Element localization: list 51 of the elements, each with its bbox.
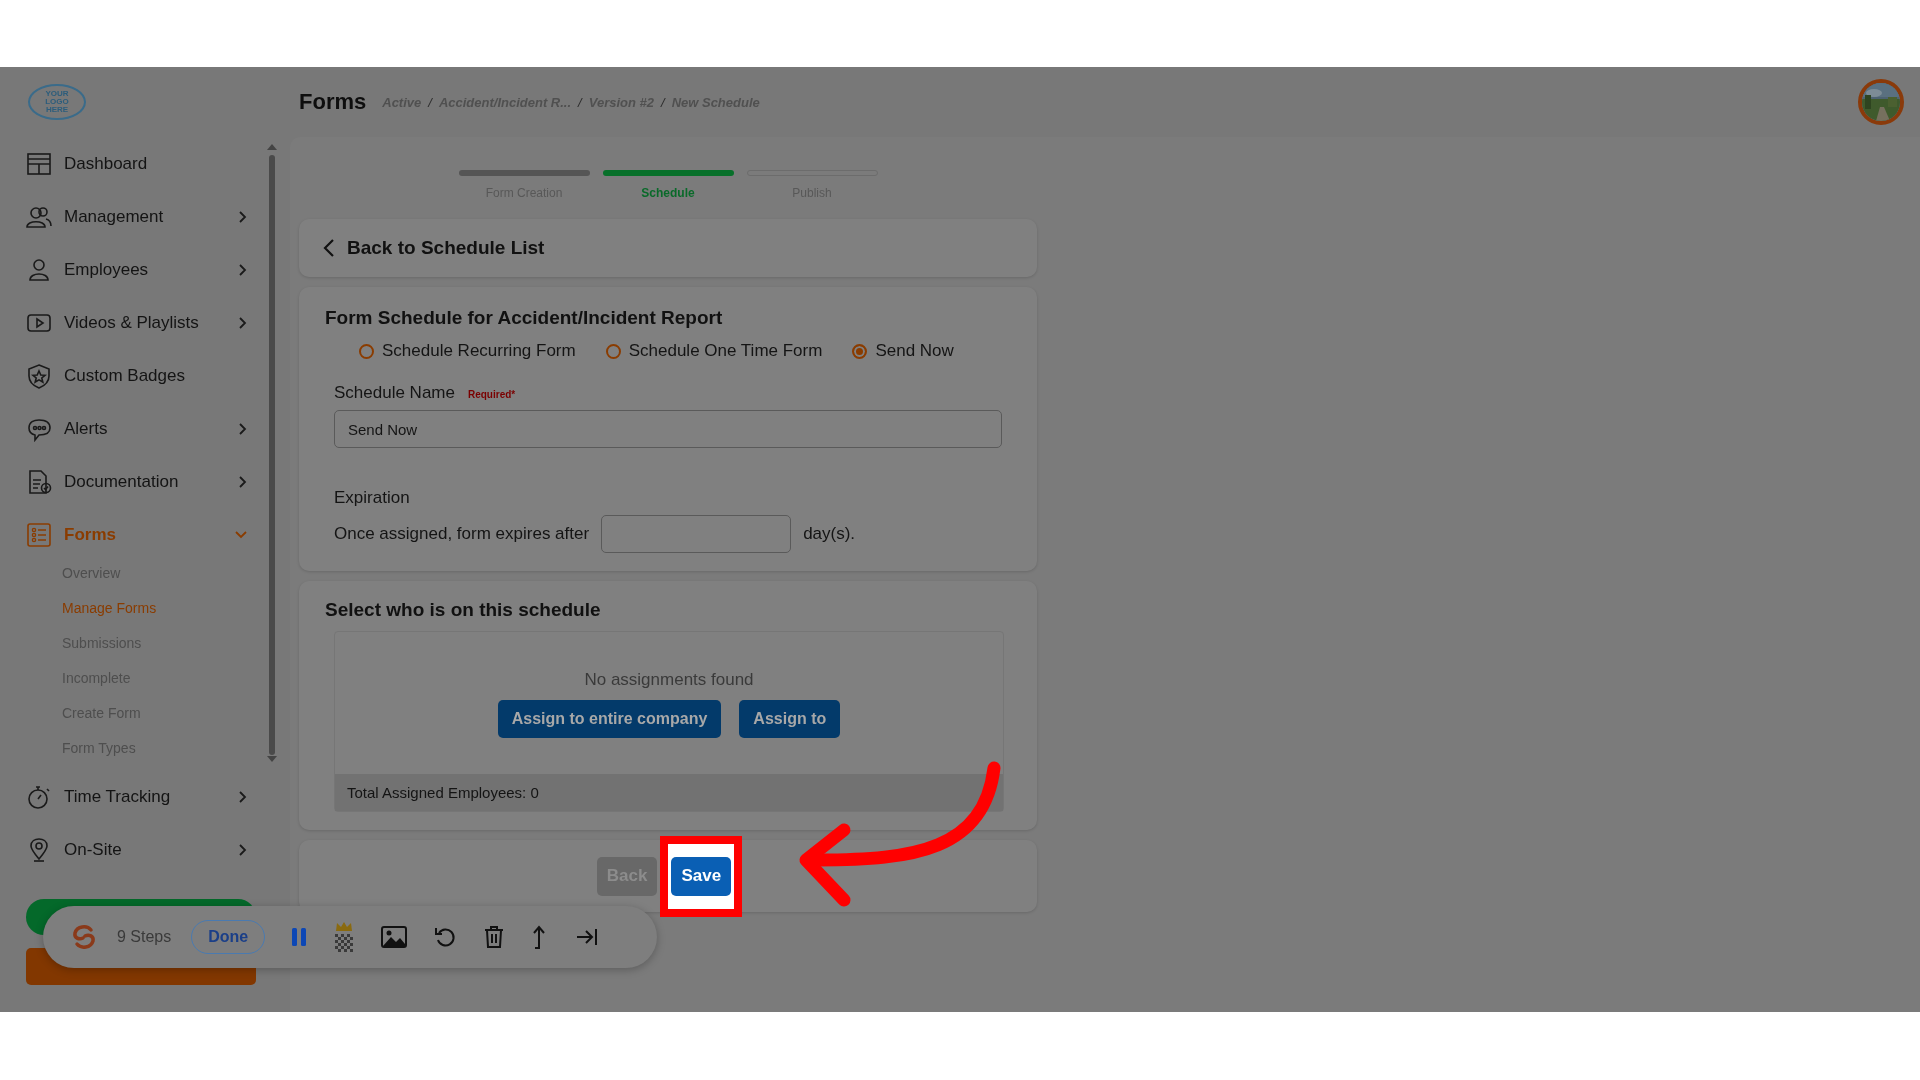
list-icon bbox=[26, 521, 52, 548]
step-label: Schedule bbox=[641, 186, 695, 200]
radio-button[interactable] bbox=[852, 343, 868, 359]
nav-item[interactable]: Documentation bbox=[0, 455, 266, 508]
skip-to-end-icon[interactable] bbox=[575, 927, 600, 947]
save-button[interactable]: Save bbox=[671, 856, 732, 896]
person-icon bbox=[26, 256, 52, 283]
field-label: Once assigned, form expires after bbox=[334, 524, 590, 544]
radio-label: Send Now bbox=[875, 341, 954, 361]
input-field[interactable] bbox=[601, 515, 792, 553]
image-icon[interactable] bbox=[381, 926, 408, 948]
input-field[interactable]: Send Now bbox=[334, 410, 1002, 448]
radio-button[interactable] bbox=[359, 343, 374, 359]
undo-icon[interactable] bbox=[433, 925, 458, 949]
assign-button[interactable]: Assign to bbox=[739, 700, 841, 738]
scroll-down-icon[interactable] bbox=[266, 755, 278, 763]
nav-item[interactable]: Dashboard bbox=[0, 137, 266, 190]
crown-icon[interactable] bbox=[333, 920, 356, 954]
breadcrumb-separator: / bbox=[578, 94, 582, 110]
pause-icon[interactable] bbox=[291, 926, 308, 948]
breadcrumb-separator: / bbox=[661, 94, 665, 110]
nav-item[interactable]: Videos & Playlists bbox=[0, 296, 266, 349]
breadcrumb-separator: / bbox=[428, 94, 432, 110]
nav-item[interactable]: On-Site bbox=[0, 823, 266, 876]
section-title: Select who is on this schedule bbox=[325, 599, 602, 621]
dashboard-icon bbox=[26, 150, 52, 177]
step-count: 9 Steps bbox=[117, 928, 172, 946]
assign-button[interactable]: Assign to entire company bbox=[497, 700, 722, 738]
section-title: Form Schedule for Accident/Incident Report bbox=[325, 307, 724, 329]
total-bar: Total Assigned Employees: 0 bbox=[335, 774, 1003, 811]
swirl-logo-icon bbox=[71, 924, 97, 950]
nav-item[interactable]: Employees bbox=[0, 243, 266, 296]
radio-option[interactable]: Send Now bbox=[852, 341, 954, 361]
badge-icon bbox=[26, 362, 52, 389]
nav-item[interactable]: Time Tracking bbox=[0, 770, 266, 823]
page-title: Forms bbox=[299, 89, 367, 115]
radio-button[interactable] bbox=[605, 343, 621, 359]
unit-label: day(s). bbox=[803, 524, 856, 544]
stopwatch-icon bbox=[26, 783, 52, 810]
nav-item[interactable]: Alerts bbox=[0, 402, 266, 455]
field-label: Expiration bbox=[333, 488, 411, 508]
empty-message: No assignments found bbox=[584, 670, 754, 690]
required-label: Required* bbox=[467, 389, 516, 400]
nav-item[interactable]: Management bbox=[0, 190, 266, 243]
chevron-left-icon bbox=[323, 238, 335, 258]
document-icon bbox=[26, 468, 52, 495]
trash-icon[interactable] bbox=[483, 925, 506, 949]
field-label: Schedule Name bbox=[334, 383, 455, 403]
scrollbar-thumb[interactable] bbox=[269, 155, 275, 755]
nav-item[interactable]: Custom Badges bbox=[0, 349, 266, 402]
scroll-up-icon[interactable] bbox=[266, 143, 278, 151]
